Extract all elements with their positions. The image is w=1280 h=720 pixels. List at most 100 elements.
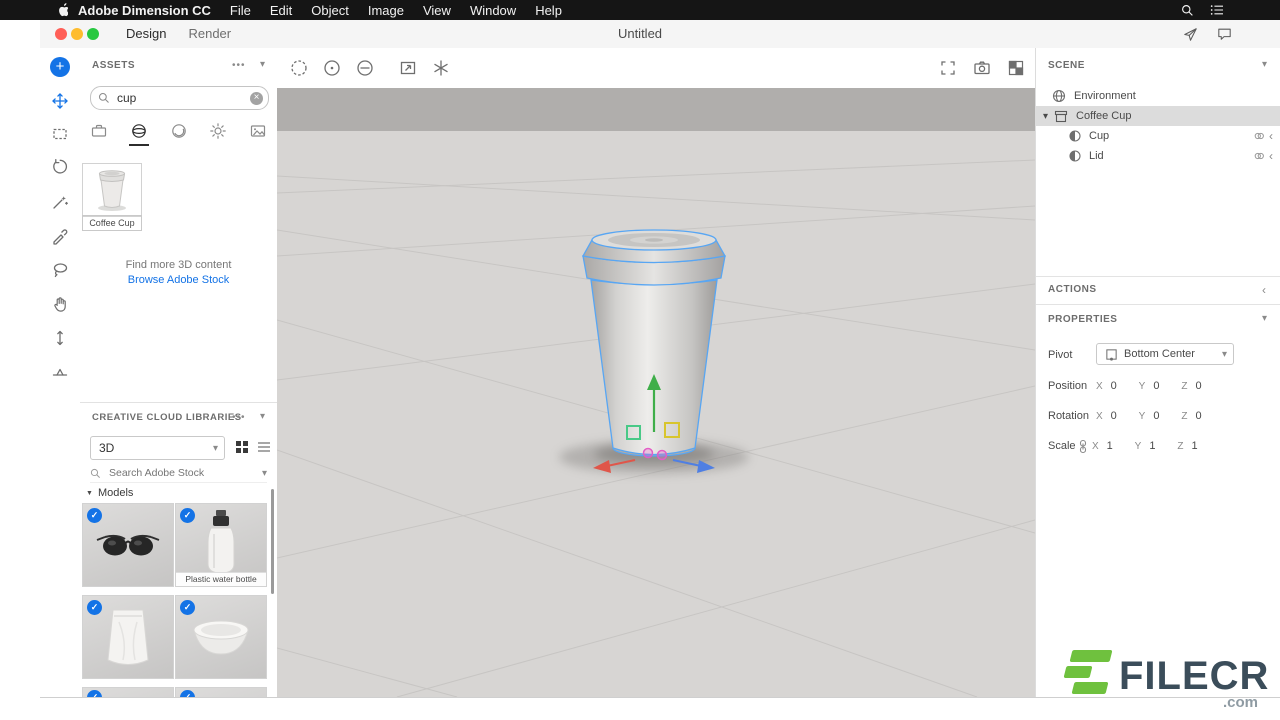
tab-render[interactable]: Render: [188, 20, 231, 48]
position-x-input[interactable]: [1108, 379, 1139, 393]
lasso-tool[interactable]: [48, 258, 72, 282]
minimize-button[interactable]: [71, 28, 83, 40]
material-badge-icon[interactable]: [1254, 131, 1264, 141]
models-section-header[interactable]: ▼ Models: [86, 487, 133, 499]
assets-search-field[interactable]: ×: [90, 86, 269, 110]
category-models[interactable]: [128, 122, 149, 146]
assets-search-input[interactable]: [115, 90, 250, 106]
cc-libraries-collapse-icon[interactable]: ▾: [260, 411, 265, 422]
menu-window[interactable]: Window: [470, 3, 516, 18]
scene-item-coffee-cup[interactable]: ▾ Coffee Cup: [1036, 106, 1280, 126]
fullscreen-icon[interactable]: [938, 58, 958, 78]
scene-collapse-icon[interactable]: ▾: [1262, 59, 1267, 70]
control-center-icon[interactable]: [1210, 4, 1224, 16]
library-item-partial-2[interactable]: ✓: [175, 687, 267, 697]
eyedropper-tool[interactable]: [48, 224, 72, 248]
material-icon: [171, 124, 186, 138]
library-item-partial-1[interactable]: ✓: [82, 687, 174, 697]
cc-libraries-menu-icon[interactable]: •••: [232, 412, 246, 423]
menu-image[interactable]: Image: [368, 3, 404, 18]
menu-view[interactable]: View: [423, 3, 451, 18]
spotlight-search-icon[interactable]: [1181, 4, 1194, 17]
assets-menu-icon[interactable]: •••: [232, 60, 246, 71]
camera-orbit-icon[interactable]: [289, 58, 309, 78]
library-item-bowl[interactable]: ✓: [175, 595, 267, 679]
library-item-sunglasses[interactable]: ✓: [82, 503, 174, 587]
gizmo-center-handle[interactable]: [642, 447, 654, 459]
panel-scrollbar[interactable]: [271, 489, 274, 594]
scene-item-environment[interactable]: Environment: [1036, 86, 1280, 106]
menubar-app-name[interactable]: Adobe Dimension CC: [78, 3, 211, 18]
menu-object[interactable]: Object: [311, 3, 349, 18]
position-z-input[interactable]: [1193, 379, 1224, 393]
zoom-button[interactable]: [87, 28, 99, 40]
library-select[interactable]: 3D ▾: [90, 436, 225, 460]
scale-y-input[interactable]: [1147, 439, 1178, 453]
asset-category-tabs: [90, 118, 267, 146]
asset-thumbnail-coffee-cup[interactable]: [82, 163, 142, 217]
category-images[interactable]: [249, 122, 267, 140]
expand-chevron-icon[interactable]: ▾: [1043, 111, 1048, 122]
axis-x-label: X: [1096, 410, 1103, 422]
stock-search-input[interactable]: [107, 466, 262, 480]
rotation-y-input[interactable]: [1151, 409, 1182, 423]
share-icon[interactable]: [1183, 27, 1198, 42]
library-item-plastic-water-bottle[interactable]: ✓ Plastic water bottle: [175, 503, 267, 587]
clear-search-icon[interactable]: ×: [250, 91, 263, 105]
tab-design[interactable]: Design: [126, 20, 167, 50]
stock-search-field[interactable]: ▾: [90, 464, 267, 483]
active-category-underline: [128, 144, 149, 146]
browse-adobe-stock-link[interactable]: Browse Adobe Stock: [80, 274, 277, 286]
select-tool[interactable]: [48, 89, 72, 113]
stock-search-chevron-icon[interactable]: ▾: [262, 468, 267, 479]
magic-wand-tool[interactable]: [48, 190, 72, 214]
marquee-tool[interactable]: [48, 122, 72, 146]
frame-selection-icon[interactable]: [398, 58, 418, 78]
menu-edit[interactable]: Edit: [270, 3, 292, 18]
search-icon: [90, 468, 101, 479]
orbit-tool[interactable]: [48, 155, 72, 179]
check-badge: ✓: [87, 600, 102, 615]
camera-bookmark-icon[interactable]: [972, 58, 992, 78]
assets-collapse-icon[interactable]: ▾: [260, 59, 265, 70]
camera-dolly-icon[interactable]: [355, 58, 375, 78]
row-chevron-icon[interactable]: ‹: [1269, 149, 1273, 163]
properties-chevron-icon[interactable]: ▾: [1262, 313, 1267, 324]
pivot-dropdown[interactable]: Bottom Center ▾: [1096, 343, 1234, 365]
dolly-tool[interactable]: [48, 326, 72, 350]
row-chevron-icon[interactable]: ‹: [1269, 129, 1273, 143]
actions-chevron-icon[interactable]: ‹: [1262, 283, 1266, 297]
list-view-button[interactable]: [257, 440, 271, 454]
horizon-tool[interactable]: [48, 359, 72, 383]
material-badge-icon[interactable]: [1254, 151, 1264, 161]
category-lights[interactable]: [209, 122, 227, 140]
grid-view-button[interactable]: [235, 440, 249, 454]
gizmo-center-handle[interactable]: [656, 449, 668, 461]
scale-z-input[interactable]: [1189, 439, 1220, 453]
properties-header[interactable]: PROPERTIES: [1048, 314, 1117, 325]
comment-icon[interactable]: [1217, 27, 1232, 41]
menu-file[interactable]: File: [230, 3, 251, 18]
render-preview-icon[interactable]: [1006, 58, 1026, 78]
rotation-x-input[interactable]: [1108, 409, 1139, 423]
category-starter-assets[interactable]: [90, 122, 108, 140]
scale-x-input[interactable]: [1104, 439, 1135, 453]
library-item-pouch[interactable]: ✓: [82, 595, 174, 679]
hand-tool[interactable]: [48, 292, 72, 316]
scene-item-cup[interactable]: Cup ‹: [1036, 126, 1280, 146]
snapping-icon[interactable]: [431, 58, 451, 78]
close-button[interactable]: [55, 28, 67, 40]
link-scale-icon[interactable]: [1078, 439, 1088, 454]
scene-item-lid[interactable]: Lid ‹: [1036, 146, 1280, 166]
add-content-button[interactable]: +: [48, 55, 72, 79]
briefcase-icon: [91, 124, 107, 137]
camera-pan-icon[interactable]: [322, 58, 342, 78]
menu-help[interactable]: Help: [535, 3, 562, 18]
category-materials[interactable]: [170, 122, 188, 140]
apple-menu[interactable]: [56, 3, 68, 17]
viewport[interactable]: [277, 88, 1035, 697]
actions-header[interactable]: ACTIONS: [1048, 284, 1097, 295]
rotation-z-input[interactable]: [1193, 409, 1224, 423]
horizon-icon: [52, 368, 68, 376]
position-y-input[interactable]: [1151, 379, 1182, 393]
